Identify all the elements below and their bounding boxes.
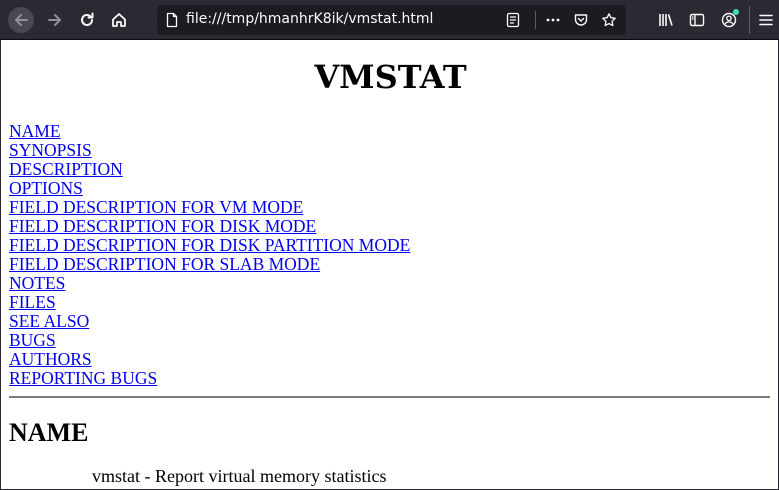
page-icon [166,12,178,28]
toc-item: FILES [9,293,410,312]
toc-item: NAME [9,122,410,141]
toc-link-synopsis[interactable]: SYNOPSIS [9,140,92,160]
toc-link-reporting-bugs[interactable]: REPORTING BUGS [9,368,157,388]
toc-item: FIELD DESCRIPTION FOR DISK PARTITION MOD… [9,236,410,255]
toc-item: FIELD DESCRIPTION FOR DISK MODE [9,217,410,236]
section-text: vmstat - Report virtual memory statistic… [92,466,387,486]
forward-arrow-icon [48,14,61,26]
pocket-button[interactable] [572,11,590,29]
toc-link-name[interactable]: NAME [9,121,61,141]
menu-button[interactable] [756,10,776,30]
home-button[interactable] [106,7,132,33]
page-viewport: VMSTAT NAME SYNOPSIS DESCRIPTION OPTIONS… [0,40,779,490]
toc-item: SEE ALSO [9,312,410,331]
library-button[interactable] [656,10,676,30]
more-icon [546,18,560,22]
toc-link-disk-partition-mode[interactable]: FIELD DESCRIPTION FOR DISK PARTITION MOD… [9,235,410,255]
toc-item: DESCRIPTION [9,160,410,179]
reload-button[interactable] [74,7,100,33]
toc-link-description[interactable]: DESCRIPTION [9,159,123,179]
toc-item: NOTES [9,274,410,293]
toc-item: FIELD DESCRIPTION FOR SLAB MODE [9,255,410,274]
sidebar-icon [689,13,705,27]
library-icon [659,14,673,26]
toc-link-vm-mode[interactable]: FIELD DESCRIPTION FOR VM MODE [9,197,303,217]
page-title: VMSTAT [314,58,467,96]
toc-link-see-also[interactable]: SEE ALSO [9,311,89,331]
toc-link-options[interactable]: OPTIONS [9,178,83,198]
toc-item: OPTIONS [9,179,410,198]
toc-link-slab-mode[interactable]: FIELD DESCRIPTION FOR SLAB MODE [9,254,320,274]
toc-item: SYNOPSIS [9,141,410,160]
bookmark-star-button[interactable] [600,11,618,29]
url-text[interactable]: file:///tmp/hmanhrK8ik/vmstat.html [186,11,433,27]
table-of-contents: NAME SYNOPSIS DESCRIPTION OPTIONS FIELD … [9,122,410,388]
toc-link-bugs[interactable]: BUGS [9,330,56,350]
toc-item: FIELD DESCRIPTION FOR VM MODE [9,198,410,217]
pocket-icon [574,14,588,26]
reader-view-icon [506,12,520,28]
toc-link-authors[interactable]: AUTHORS [9,349,92,369]
reader-view-button[interactable] [504,11,522,29]
url-bar-divider [535,11,536,29]
section-heading-name: NAME [9,418,89,447]
toc-item: REPORTING BUGS [9,369,410,388]
toc-item: AUTHORS [9,350,410,369]
toc-link-files[interactable]: FILES [9,292,56,312]
toolbar-divider [749,6,750,34]
toc-item: BUGS [9,331,410,350]
horizontal-rule [9,396,770,398]
hamburger-menu-icon [759,14,773,26]
browser-toolbar: file:///tmp/hmanhrK8ik/vmstat.html [0,0,779,40]
toc-link-notes[interactable]: NOTES [9,273,65,293]
reload-icon [81,12,94,26]
home-icon [112,13,126,27]
toc-link-disk-mode[interactable]: FIELD DESCRIPTION FOR DISK MODE [9,216,316,236]
back-button[interactable] [8,7,34,33]
notification-dot [733,9,739,15]
page-actions-button[interactable] [544,11,562,29]
star-icon [602,13,616,27]
sidebar-button[interactable] [687,10,707,30]
forward-button[interactable] [42,7,68,33]
back-arrow-icon [15,14,28,26]
url-bar[interactable]: file:///tmp/hmanhrK8ik/vmstat.html [157,5,626,35]
